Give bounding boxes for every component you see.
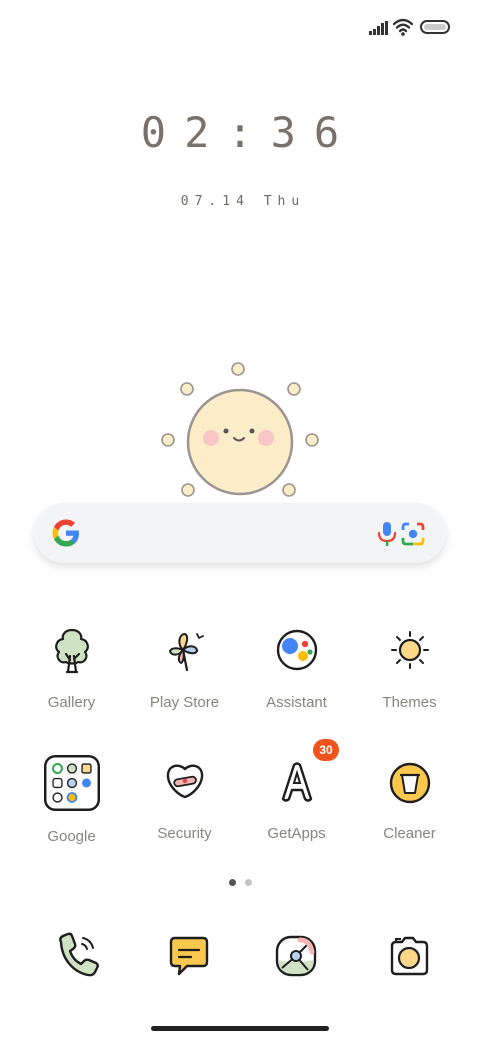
page-dot[interactable]: [245, 879, 252, 886]
message-icon[interactable]: [163, 930, 215, 982]
microphone-icon[interactable]: [376, 521, 398, 547]
pinwheel-icon: [168, 632, 204, 672]
tree-icon: [54, 628, 89, 674]
sun-icon: [390, 631, 429, 669]
heart-bandage-icon: [166, 764, 203, 799]
clock-date: 07.14 Thu: [180, 194, 306, 209]
notification-badge: 30: [313, 739, 339, 761]
app-label: Assistant: [266, 694, 327, 711]
letter-a-icon: [281, 762, 312, 802]
assistant-icon: [276, 629, 317, 671]
app-label: Security: [157, 825, 212, 842]
battery-icon: [420, 20, 450, 34]
app-themes[interactable]: Themes: [353, 626, 466, 711]
app-label: Cleaner: [383, 825, 436, 842]
app-getapps[interactable]: GetApps: [240, 757, 353, 842]
wifi-icon: [393, 18, 413, 36]
folder-icon: [43, 755, 100, 811]
app-gallery[interactable]: Gallery: [15, 626, 128, 711]
app-label: Google: [47, 828, 96, 845]
status-bar: [0, 0, 480, 56]
google-logo-icon: [52, 519, 79, 547]
trash-icon: [389, 762, 430, 804]
app-security[interactable]: Security: [128, 757, 241, 842]
camera-lens-icon[interactable]: [400, 521, 426, 547]
app-label: GetApps: [267, 825, 326, 842]
clock-time: 02:36: [140, 108, 358, 157]
app-play-store[interactable]: Play Store: [128, 626, 241, 711]
app-label: Play Store: [149, 694, 220, 711]
app-assistant[interactable]: Assistant: [240, 626, 353, 711]
app-label: Gallery: [47, 694, 96, 711]
app-label: Themes: [382, 694, 437, 711]
page-indicator[interactable]: [0, 879, 480, 887]
sun-face-icon[interactable]: [154, 356, 324, 526]
google-search-bar[interactable]: [34, 503, 446, 563]
phone-icon[interactable]: [51, 930, 103, 982]
signal-icon: [369, 21, 388, 35]
folder-google[interactable]: Google: [15, 755, 128, 845]
page-dot-active[interactable]: [229, 879, 236, 886]
browser-icon[interactable]: [270, 930, 322, 982]
camera-icon[interactable]: [383, 930, 435, 982]
app-cleaner[interactable]: Cleaner: [353, 757, 466, 842]
home-indicator[interactable]: [151, 1026, 329, 1031]
